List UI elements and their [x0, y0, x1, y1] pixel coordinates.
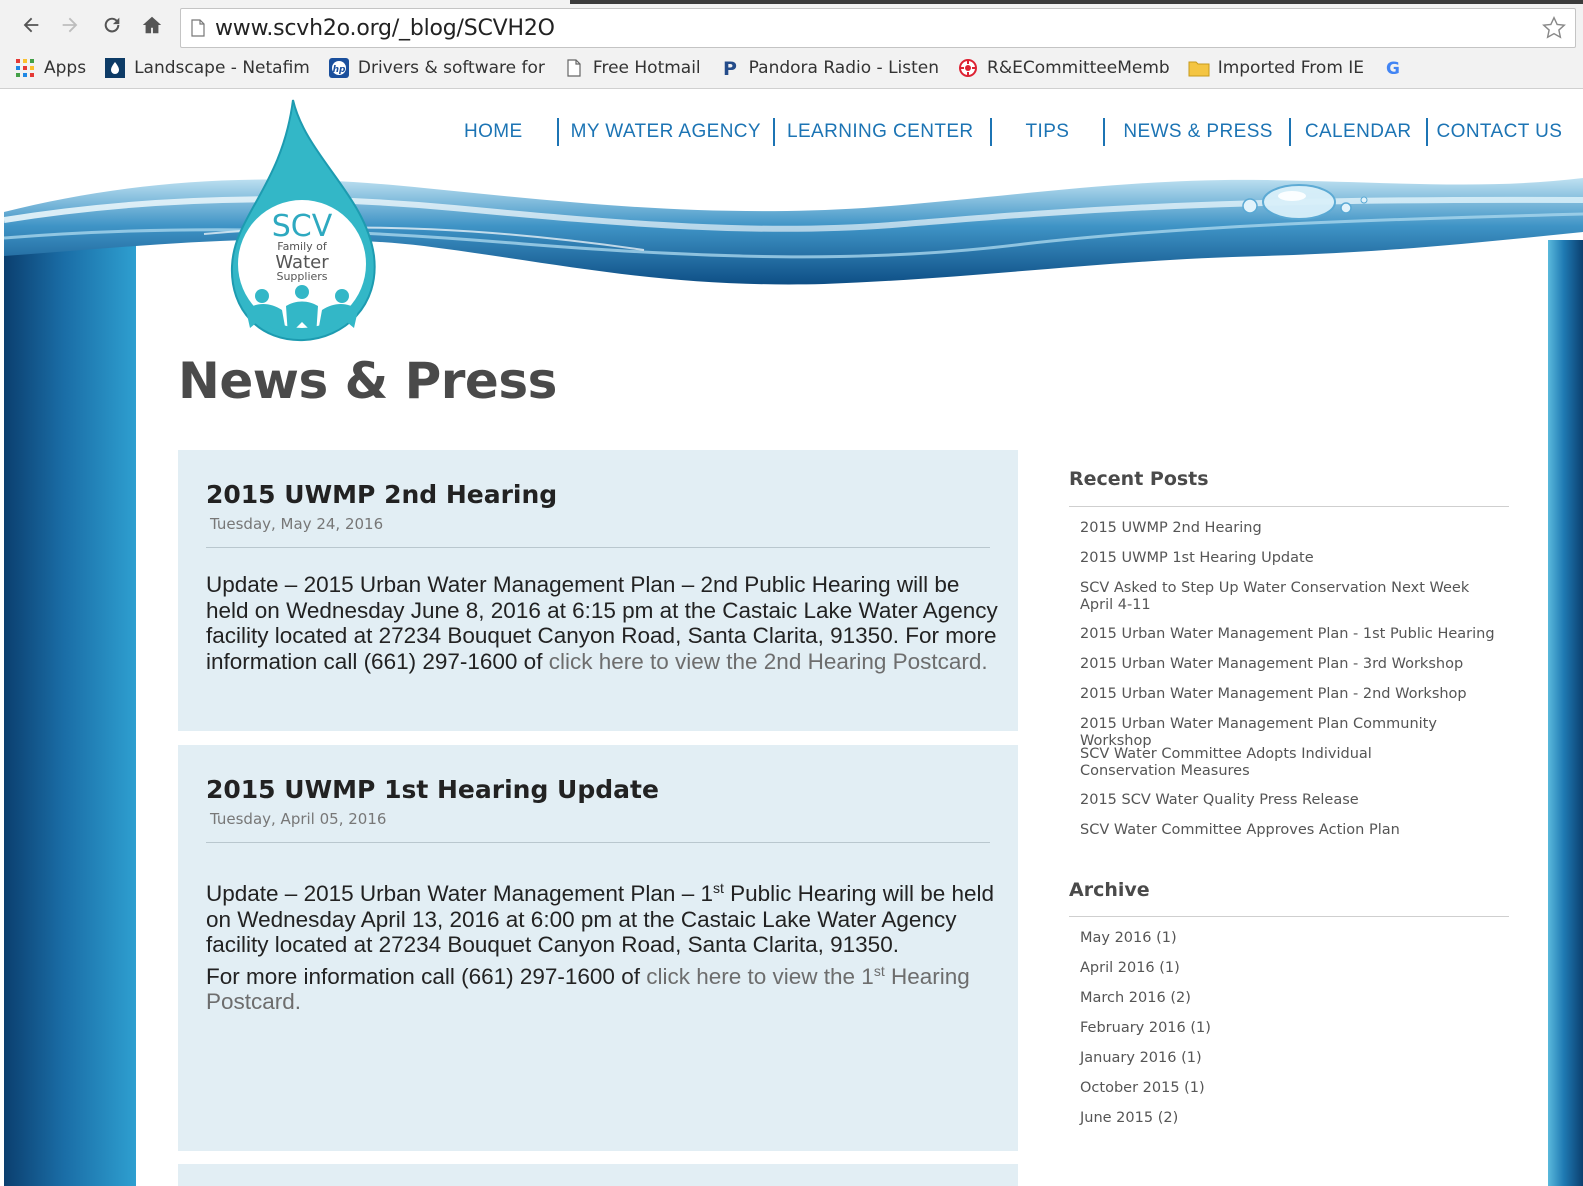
archive-heading: Archive — [1069, 879, 1150, 901]
archive-link[interactable]: January 2016 (1) — [1080, 1050, 1500, 1080]
recent-post-link[interactable]: 2015 Urban Water Management Plan Communi… — [1080, 716, 1500, 749]
page-icon — [191, 19, 205, 37]
archive-link[interactable]: March 2016 (2) — [1080, 990, 1500, 1020]
post-title[interactable]: 2015 UWMP 2nd Hearing — [206, 480, 990, 509]
superscript: st — [712, 880, 724, 896]
recent-post-link[interactable]: 2015 UWMP 2nd Hearing — [1080, 520, 1500, 550]
post-body: For more information call (661) 297-1600… — [206, 964, 1006, 1015]
post-text: For more information call (661) 297-1600… — [206, 963, 647, 989]
svg-text:G: G — [1386, 59, 1400, 78]
post-title[interactable]: 2015 UWMP 1st Hearing Update — [206, 775, 990, 804]
archive-list: May 2016 (1) April 2016 (1) March 2016 (… — [1080, 930, 1500, 1140]
recent-post-link[interactable]: SCV Water Committee Adopts Individual Co… — [1080, 746, 1470, 792]
recent-post-link[interactable]: 2015 UWMP 1st Hearing Update — [1080, 550, 1500, 580]
home-icon[interactable] — [139, 12, 165, 38]
folder-icon — [1188, 57, 1210, 79]
bookmark-label: R&ECommitteeMemb — [987, 58, 1170, 78]
recent-posts-list: 2015 UWMP 2nd Hearing 2015 UWMP 1st Hear… — [1080, 520, 1500, 852]
committee-icon — [957, 57, 979, 79]
recent-post-link[interactable]: SCV Asked to Step Up Water Conservation … — [1080, 580, 1500, 626]
left-water-background — [4, 240, 136, 1186]
google-icon: G — [1382, 57, 1404, 79]
forward-arrow-icon[interactable] — [57, 12, 83, 38]
bookmark-committee[interactable]: R&ECommitteeMemb — [957, 57, 1170, 79]
bookmark-hp[interactable]: hp Drivers & software for — [328, 57, 545, 79]
bookmarks-bar: Apps Landscape - Netafim hp Drivers & so… — [0, 52, 1583, 84]
recent-posts-heading: Recent Posts — [1069, 468, 1209, 490]
svg-text:P: P — [723, 58, 737, 78]
post-body: Update – 2015 Urban Water Management Pla… — [206, 881, 1006, 958]
bookmark-hotmail[interactable]: Free Hotmail — [563, 57, 701, 79]
main-navigation: HOME MY WATER AGENCY LEARNING CENTER TIP… — [452, 118, 1574, 146]
recent-post-link[interactable]: 2015 Urban Water Management Plan - 3rd W… — [1080, 656, 1500, 686]
recent-post-link[interactable]: 2015 SCV Water Quality Press Release — [1080, 792, 1500, 822]
superscript[interactable]: st — [874, 963, 885, 979]
archive-link[interactable]: April 2016 (1) — [1080, 960, 1500, 990]
pandora-icon: P — [719, 57, 741, 79]
bookmark-star-icon[interactable] — [1541, 15, 1567, 41]
post-date: Tuesday, April 05, 2016 — [210, 810, 387, 828]
archive-link[interactable]: February 2016 (1) — [1080, 1020, 1500, 1050]
url-text[interactable]: www.scvh2o.org/_blog/SCVH2O — [215, 16, 555, 41]
bookmark-label: Pandora Radio - Listen — [748, 58, 940, 78]
nav-contact-us[interactable]: CONTACT US — [1428, 121, 1575, 143]
page-icon — [563, 57, 585, 79]
post-divider — [206, 842, 990, 843]
postcard-link[interactable]: click here to view the 2nd Hearing Postc… — [549, 649, 988, 674]
nav-home[interactable]: HOME — [452, 121, 557, 143]
post-body: Update – 2015 Urban Water Management Pla… — [206, 572, 1006, 674]
archive-link[interactable]: May 2016 (1) — [1080, 930, 1500, 960]
netafim-icon — [104, 57, 126, 79]
bookmark-imported[interactable]: Imported From IE — [1188, 57, 1364, 79]
sidebar-divider — [1069, 916, 1509, 917]
apps-grid-icon — [14, 57, 36, 79]
blog-post-partial — [178, 1164, 1018, 1186]
logo-scv-text: SCV — [272, 209, 333, 244]
page-title: News & Press — [178, 352, 557, 410]
logo-suppliers-text: Suppliers — [276, 270, 327, 283]
bookmark-label: Apps — [44, 58, 87, 78]
web-page: SCV Family of Water Suppliers HOME MY WA… — [4, 90, 1583, 1186]
archive-link[interactable]: October 2015 (1) — [1080, 1080, 1500, 1110]
bookmark-apps[interactable]: Apps — [14, 57, 86, 79]
blog-post: 2015 UWMP 2nd Hearing Tuesday, May 24, 2… — [178, 450, 1018, 731]
bookmark-google[interactable]: G — [1382, 57, 1412, 79]
nav-learning-center[interactable]: LEARNING CENTER — [775, 121, 990, 143]
bookmark-pandora[interactable]: P Pandora Radio - Listen — [719, 57, 939, 79]
blog-post: 2015 UWMP 1st Hearing Update Tuesday, Ap… — [178, 745, 1018, 1151]
recent-post-link[interactable]: SCV Water Committee Approves Action Plan — [1080, 822, 1500, 852]
back-arrow-icon[interactable] — [18, 12, 44, 38]
right-water-background — [1548, 240, 1583, 1186]
nav-tips[interactable]: TIPS — [992, 121, 1104, 143]
nav-calendar[interactable]: CALENDAR — [1291, 121, 1426, 143]
bookmark-netafim[interactable]: Landscape - Netafim — [104, 57, 310, 79]
browser-chrome: www.scvh2o.org/_blog/SCVH2O Apps Landsca… — [0, 0, 1583, 89]
recent-post-link[interactable]: 2015 Urban Water Management Plan - 2nd W… — [1080, 686, 1500, 716]
sidebar-divider — [1069, 506, 1509, 507]
nav-my-water-agency[interactable]: MY WATER AGENCY — [559, 121, 773, 143]
reload-icon[interactable] — [99, 12, 125, 38]
svg-text:hp: hp — [332, 65, 345, 75]
hp-icon: hp — [328, 57, 350, 79]
bookmark-label: Landscape - Netafim — [134, 58, 310, 78]
address-bar[interactable]: www.scvh2o.org/_blog/SCVH2O — [180, 8, 1576, 48]
tab-strip — [570, 0, 1583, 4]
recent-post-link[interactable]: 2015 Urban Water Management Plan - 1st P… — [1080, 626, 1500, 656]
bookmark-label: Free Hotmail — [592, 58, 701, 78]
bookmark-label: Drivers & software for — [357, 58, 545, 78]
post-divider — [206, 547, 990, 548]
bookmark-label: Imported From IE — [1217, 58, 1365, 78]
archive-link[interactable]: June 2015 (2) — [1080, 1110, 1500, 1140]
nav-news-press[interactable]: NEWS & PRESS — [1105, 121, 1288, 143]
post-date: Tuesday, May 24, 2016 — [210, 515, 384, 533]
post-text: Update – 2015 Urban Water Management Pla… — [206, 881, 713, 906]
scv-water-logo[interactable]: SCV Family of Water Suppliers — [226, 96, 376, 346]
link-text[interactable]: click here to view the 1 — [646, 964, 874, 989]
